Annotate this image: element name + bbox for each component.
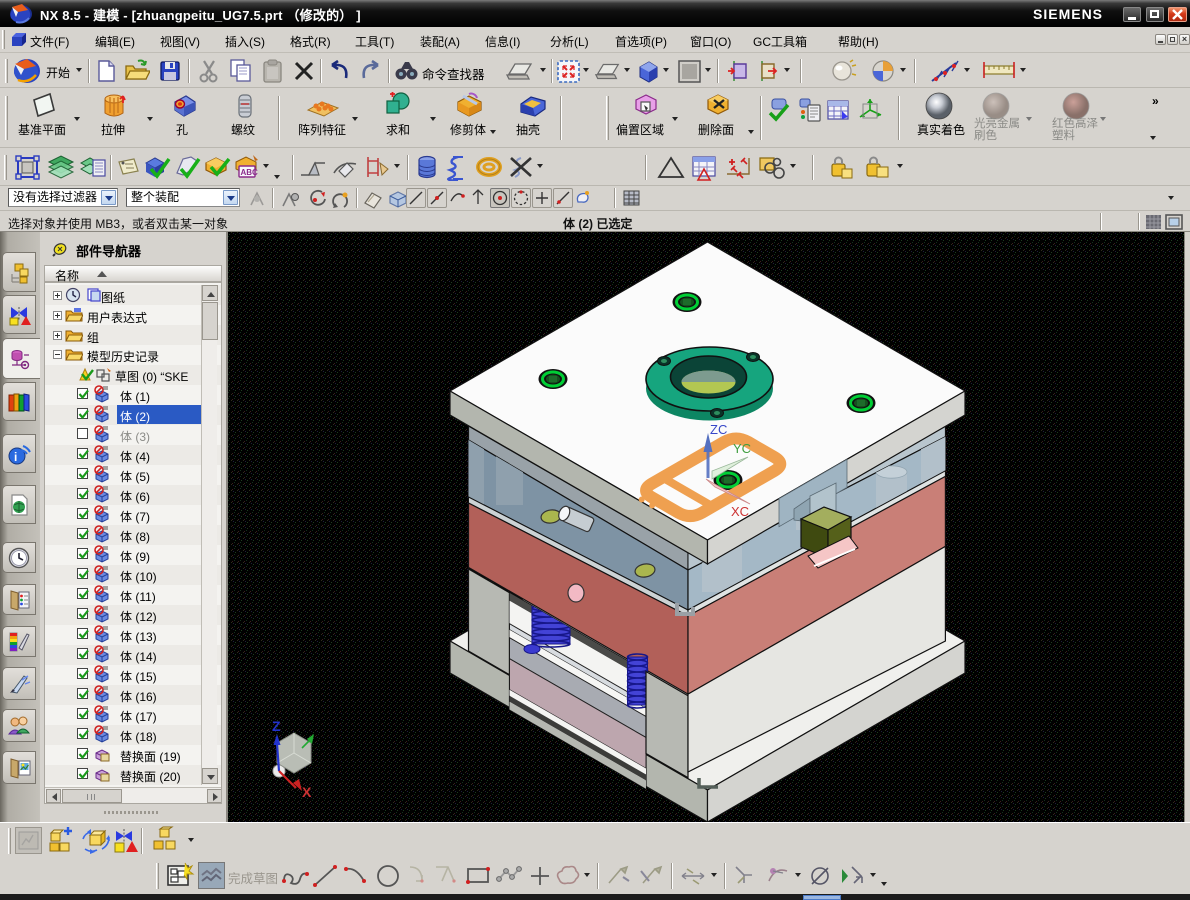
svg-text:X: X bbox=[302, 784, 312, 800]
svg-text:Z: Z bbox=[272, 718, 281, 734]
svg-text:XC: XC bbox=[731, 504, 749, 519]
svg-text:i: i bbox=[14, 450, 17, 464]
svg-text:ABC: ABC bbox=[241, 168, 259, 177]
svg-text:ZC: ZC bbox=[710, 422, 727, 437]
svg-text:YC: YC bbox=[733, 441, 751, 456]
